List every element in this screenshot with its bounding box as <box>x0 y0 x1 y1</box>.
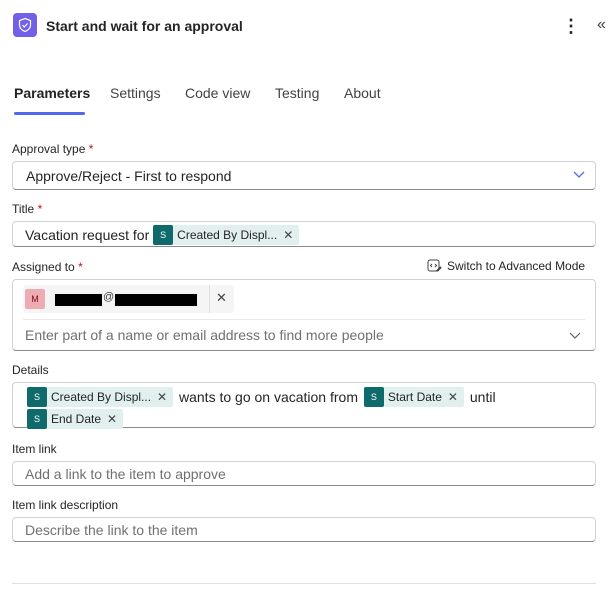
active-tab-indicator <box>14 112 85 115</box>
item-link-label: Item link <box>12 442 57 456</box>
person-avatar: M <box>25 289 45 309</box>
sharepoint-icon: S <box>27 387 47 408</box>
approval-type-dropdown[interactable]: Approve/Reject - First to respond <box>12 161 596 190</box>
person-chip: M @ ✕ <box>23 285 234 313</box>
item-link-input[interactable]: Add a link to the item to approve <box>12 461 596 486</box>
remove-person-icon[interactable]: ✕ <box>216 290 227 306</box>
tab-settings[interactable]: Settings <box>110 85 161 101</box>
tab-parameters[interactable]: Parameters <box>14 85 90 101</box>
people-search-input[interactable]: Enter part of a name or email address to… <box>25 327 384 343</box>
tab-testing[interactable]: Testing <box>275 85 319 101</box>
title-label: Title * <box>12 202 43 216</box>
approval-type-value: Approve/Reject - First to respond <box>26 168 232 184</box>
remove-token-icon[interactable]: ✕ <box>107 409 123 429</box>
dynamic-token-end-date[interactable]: S End Date ✕ <box>27 408 124 429</box>
sharepoint-icon: S <box>153 225 174 245</box>
assigned-to-label: Assigned to * <box>12 260 83 274</box>
title-text: Vacation request for <box>25 227 150 243</box>
tab-about[interactable]: About <box>344 85 381 101</box>
code-edit-icon <box>427 259 442 272</box>
section-divider <box>12 583 596 584</box>
dynamic-token-created-by[interactable]: S Created By Displ... ✕ <box>153 225 300 245</box>
item-link-description-input[interactable]: Describe the link to the item <box>12 517 596 542</box>
dynamic-token-created-by[interactable]: S Created By Displ... ✕ <box>27 387 174 408</box>
assigned-to-people-picker[interactable]: M @ ✕ Enter part of a name or email addr… <box>12 279 596 351</box>
panel-title: Start and wait for an approval <box>46 18 243 34</box>
more-options-icon[interactable]: ⋮ <box>562 16 580 36</box>
remove-token-icon[interactable]: ✕ <box>157 387 173 407</box>
details-label: Details <box>12 363 49 377</box>
remove-token-icon[interactable]: ✕ <box>283 228 299 242</box>
dynamic-token-start-date[interactable]: S Start Date ✕ <box>363 387 464 408</box>
chevron-down-icon <box>573 171 585 178</box>
redacted-text <box>55 294 102 306</box>
tab-code-view[interactable]: Code view <box>185 85 250 101</box>
approval-icon <box>13 13 37 37</box>
switch-advanced-mode-button[interactable]: Switch to Advanced Mode <box>427 258 585 273</box>
item-link-description-label: Item link description <box>12 498 119 512</box>
chevron-down-icon[interactable] <box>569 332 581 340</box>
collapse-panel-icon[interactable]: « <box>597 16 606 34</box>
title-input[interactable]: Vacation request for S Created By Displ..… <box>12 221 596 247</box>
remove-token-icon[interactable]: ✕ <box>448 387 464 407</box>
details-input[interactable]: S Created By Displ... ✕ wants to go on vac… <box>12 382 596 429</box>
redacted-text <box>115 294 197 306</box>
sharepoint-icon: S <box>27 408 47 429</box>
sharepoint-icon: S <box>363 387 384 408</box>
approval-type-label: Approval type * <box>12 142 94 156</box>
